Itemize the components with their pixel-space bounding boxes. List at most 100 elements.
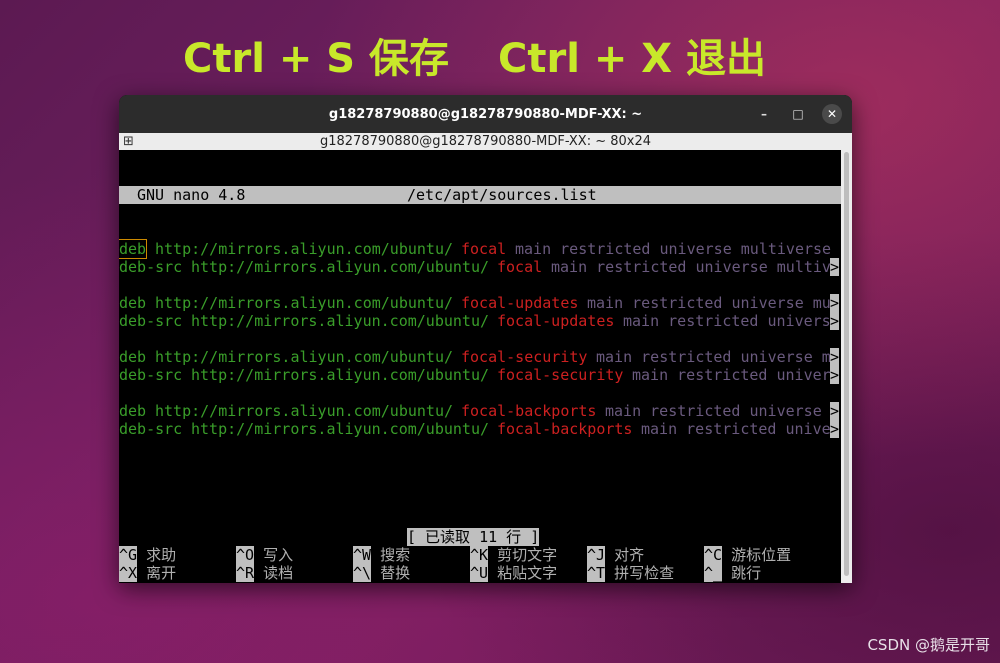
- file-line[interactable]: deb http://mirrors.aliyun.com/ubuntu/foca…: [119, 348, 841, 366]
- watermark: CSDN @鹅是开哥: [867, 636, 990, 654]
- shortcut-item: ^W 搜索: [353, 546, 410, 564]
- repo-url: http://mirrors.aliyun.com/ubuntu/: [191, 420, 490, 438]
- shortcut-label: 求助: [137, 546, 177, 564]
- scrollbar-thumb[interactable]: [844, 152, 849, 576]
- shortcut-key: ^U: [470, 564, 489, 582]
- window-titlebar[interactable]: g18278790880@g18278790880-MDF-XX: ~ – □ …: [119, 95, 852, 133]
- terminal-window: g18278790880@g18278790880-MDF-XX: ~ – □ …: [119, 95, 852, 583]
- shortcut-item: ^J 对齐: [587, 546, 644, 564]
- file-line[interactable]: [119, 276, 841, 294]
- file-line[interactable]: deb-src http://mirrors.aliyun.com/ubuntu/…: [119, 420, 841, 438]
- shortcut-label: 跳行: [722, 564, 762, 582]
- shortcut-key: ^K: [470, 546, 489, 564]
- file-line[interactable]: [119, 330, 841, 348]
- file-line[interactable]: deb-src http://mirrors.aliyun.com/ubuntu/…: [119, 366, 841, 384]
- repo-distribution: focal-backports: [461, 402, 597, 420]
- nano-header: GNU nano 4.8 /etc/apt/sources.list: [119, 186, 841, 204]
- repo-type: deb-src: [119, 366, 183, 384]
- file-line[interactable]: deb http://mirrors.aliyun.com/ubuntu/foca…: [119, 239, 841, 259]
- repo-distribution: focal-backports: [497, 420, 633, 438]
- line-overflow-marker: >: [830, 366, 840, 384]
- terminal-subtitle: g18278790880@g18278790880-MDF-XX: ~ 80x2…: [319, 134, 652, 149]
- nano-version: GNU nano 4.8: [137, 186, 246, 204]
- line-overflow-marker: >: [830, 312, 840, 330]
- repo-type: deb-src: [119, 258, 183, 276]
- shortcut-item: ^X 离开: [119, 564, 176, 582]
- shortcut-key: ^T: [587, 564, 606, 582]
- minimize-button[interactable]: –: [754, 104, 774, 124]
- repo-components: main restricted universe: [605, 402, 831, 420]
- line-overflow-marker: >: [830, 402, 840, 420]
- shortcut-label: 搜索: [371, 546, 411, 564]
- file-line[interactable]: deb-src http://mirrors.aliyun.com/ubuntu/…: [119, 258, 841, 276]
- repo-components: main restricted universe m: [596, 348, 831, 366]
- shortcut-key: ^W: [353, 546, 372, 564]
- shortcut-key: ^C: [704, 546, 723, 564]
- shortcut-key: ^\: [353, 564, 372, 582]
- repo-url: http://mirrors.aliyun.com/ubuntu/: [155, 240, 454, 258]
- shortcut-label: 写入: [254, 546, 294, 564]
- repo-type: deb: [119, 294, 147, 312]
- repo-components: main restricted universe mu: [587, 294, 831, 312]
- save-hint: Ctrl + S 保存: [183, 36, 450, 82]
- repo-url: http://mirrors.aliyun.com/ubuntu/: [191, 312, 490, 330]
- repo-components: main restricted univer: [632, 366, 831, 384]
- shortcut-item: ^C 游标位置: [704, 546, 791, 564]
- repo-distribution: focal-security: [461, 348, 588, 366]
- shortcut-key: ^R: [236, 564, 255, 582]
- file-line[interactable]: deb http://mirrors.aliyun.com/ubuntu/foca…: [119, 402, 841, 420]
- nano-editor[interactable]: GNU nano 4.8 /etc/apt/sources.list deb ht…: [119, 150, 841, 583]
- repo-type: deb: [119, 239, 148, 259]
- shortcut-key: ^_: [704, 564, 723, 582]
- repo-distribution: focal-updates: [461, 294, 579, 312]
- shortcut-item: ^O 写入: [236, 546, 293, 564]
- line-overflow-marker: >: [830, 348, 840, 366]
- shortcut-item: ^G 求助: [119, 546, 176, 564]
- status-message: [ 已读取 11 行 ]: [407, 528, 540, 546]
- line-overflow-marker: >: [830, 420, 840, 438]
- shortcut-label: 拼写检查: [605, 564, 675, 582]
- repo-url: http://mirrors.aliyun.com/ubuntu/: [155, 294, 454, 312]
- nano-filename: /etc/apt/sources.list: [407, 186, 597, 204]
- shortcut-key: ^X: [119, 564, 138, 582]
- shortcut-item: ^_ 跳行: [704, 564, 761, 582]
- shortcut-label: 粘贴文字: [488, 564, 558, 582]
- shortcut-label: 剪切文字: [488, 546, 558, 564]
- shortcut-label: 游标位置: [722, 546, 792, 564]
- terminal-subtitle-bar: ⊞ g18278790880@g18278790880-MDF-XX: ~ 80…: [119, 133, 852, 150]
- shortcut-label: 对齐: [605, 546, 645, 564]
- repo-distribution: focal: [497, 258, 543, 276]
- terminal-menu-icon[interactable]: ⊞: [123, 134, 134, 149]
- shortcut-item: ^R 读档: [236, 564, 293, 582]
- repo-url: http://mirrors.aliyun.com/ubuntu/: [155, 348, 454, 366]
- shortcut-item: ^\ 替换: [353, 564, 410, 582]
- shortcut-item: ^T 拼写检查: [587, 564, 674, 582]
- repo-distribution: focal-updates: [497, 312, 615, 330]
- exit-hint: Ctrl + X 退出: [498, 36, 767, 82]
- repo-url: http://mirrors.aliyun.com/ubuntu/: [191, 258, 490, 276]
- repo-type: deb: [119, 348, 147, 366]
- repo-url: http://mirrors.aliyun.com/ubuntu/: [191, 366, 490, 384]
- shortcut-item: ^U 粘贴文字: [470, 564, 557, 582]
- shortcut-label: 替换: [371, 564, 411, 582]
- file-content[interactable]: deb http://mirrors.aliyun.com/ubuntu/foca…: [119, 239, 841, 438]
- repo-distribution: focal-security: [497, 366, 624, 384]
- repo-type: deb-src: [119, 420, 183, 438]
- line-overflow-marker: >: [830, 258, 840, 276]
- file-line[interactable]: deb-src http://mirrors.aliyun.com/ubuntu/…: [119, 312, 841, 330]
- shortcut-label: 读档: [254, 564, 294, 582]
- file-line[interactable]: deb http://mirrors.aliyun.com/ubuntu/foca…: [119, 294, 841, 312]
- repo-components: main restricted unive: [641, 420, 831, 438]
- shortcut-key: ^J: [587, 546, 606, 564]
- maximize-button[interactable]: □: [788, 104, 808, 124]
- scrollbar[interactable]: [841, 150, 852, 583]
- repo-distribution: focal: [461, 240, 507, 258]
- window-controls: – □ ✕: [754, 104, 842, 124]
- repo-type: deb-src: [119, 312, 183, 330]
- line-overflow-marker: >: [830, 294, 840, 312]
- shortcut-label: 离开: [137, 564, 177, 582]
- window-title: g18278790880@g18278790880-MDF-XX: ~: [328, 106, 643, 122]
- close-button[interactable]: ✕: [822, 104, 842, 124]
- shortcut-item: ^K 剪切文字: [470, 546, 557, 564]
- file-line[interactable]: [119, 384, 841, 402]
